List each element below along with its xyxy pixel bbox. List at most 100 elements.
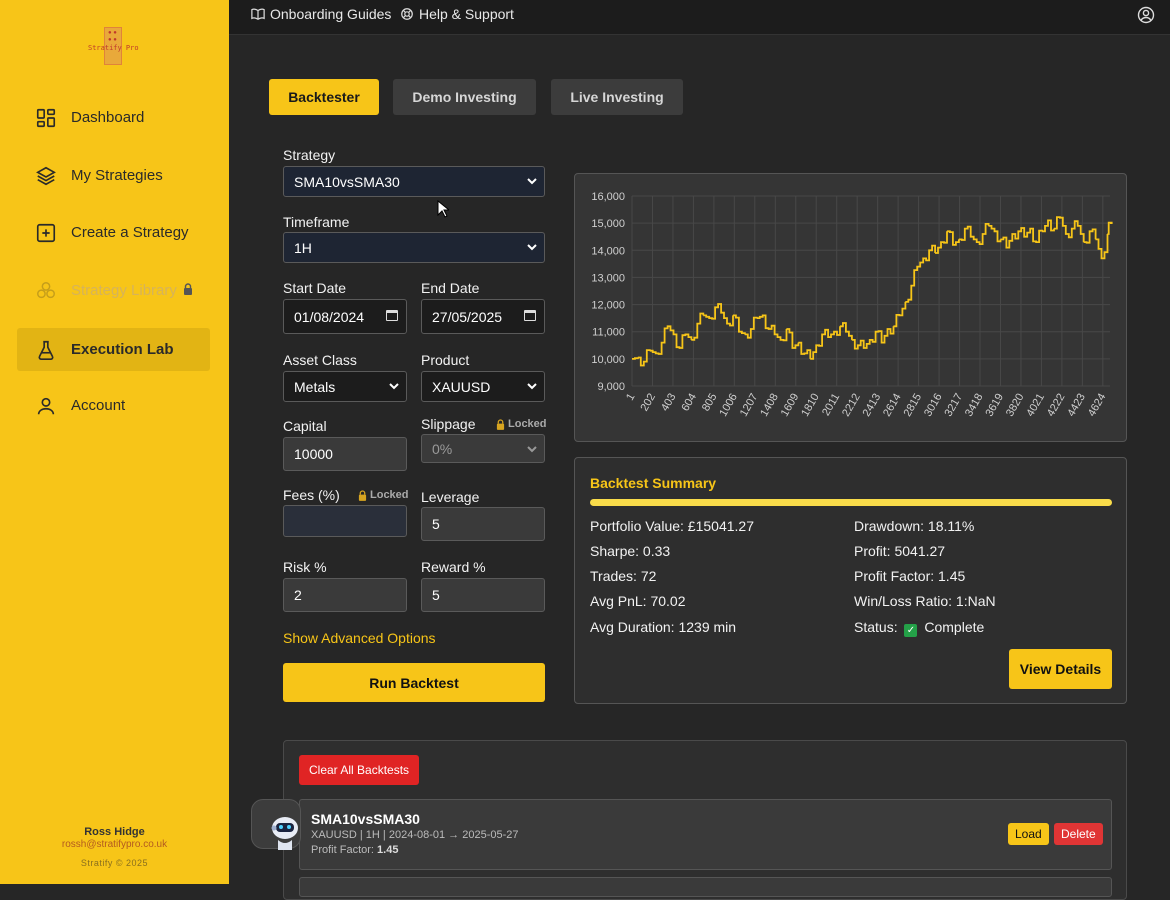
end-date-input[interactable]: 27/05/2025 <box>421 299 545 334</box>
leverage-input[interactable]: 5 <box>421 507 545 541</box>
product-label: Product <box>421 352 470 368</box>
x-tick-label: 805 <box>700 392 720 414</box>
logo-dots: ● ● ● ● <box>108 30 117 43</box>
view-details-button[interactable]: View Details <box>1009 649 1112 689</box>
clear-all-backtests-button[interactable]: Clear All Backtests <box>299 755 420 785</box>
calendar-icon[interactable] <box>524 310 536 321</box>
calendar-icon[interactable] <box>386 310 398 321</box>
lock-icon <box>183 283 192 295</box>
sidebar-item-account[interactable]: Account <box>17 384 210 427</box>
chevron-down-icon <box>527 383 537 390</box>
x-tick-label: 2212 <box>840 392 863 419</box>
check-icon: ✓ <box>904 624 918 637</box>
chevron-down-icon <box>527 446 537 453</box>
user-circle-icon[interactable] <box>1137 6 1155 24</box>
equity-chart-card: 1 202 403 604 805 1006 1207 1408 1609 1810 2011 221… <box>574 173 1127 442</box>
status-value: Complete <box>924 619 985 635</box>
tab-backtester[interactable]: Backtester <box>269 79 379 115</box>
show-advanced-options-link[interactable]: Show Advanced Options <box>283 630 436 646</box>
x-tick-label: 2413 <box>861 392 884 419</box>
backtest-meta: XAUUSD | 1H | 2024-08-01 → 2025-05-27 <box>311 829 519 841</box>
sidebar-item-dashboard[interactable]: Dashboard <box>17 96 210 139</box>
asset-class-value: Metals <box>294 378 336 395</box>
x-tick-label: 3820 <box>1004 392 1027 419</box>
x-tick-label: 403 <box>659 392 679 414</box>
avg-pnl-value: Avg PnL: 70.02 <box>590 593 686 609</box>
chevron-down-icon <box>389 383 399 390</box>
sidebar-item-label: Strategy Library <box>71 282 177 299</box>
risk-label: Risk % <box>283 559 327 575</box>
x-tick-label: 1006 <box>717 392 740 419</box>
strategy-select[interactable]: SMA10vsSMA30 <box>283 166 545 197</box>
timeframe-select[interactable]: 1H <box>283 232 545 263</box>
sidebar-item-label: Execution Lab <box>71 341 174 358</box>
start-date-input[interactable]: 01/08/2024 <box>283 299 407 334</box>
book-icon <box>251 8 265 20</box>
backtest-history-panel: Clear All Backtests SMA10vsSMA30 XAUUSD … <box>283 740 1127 900</box>
x-tick-label: 4423 <box>1065 392 1088 419</box>
tab-demo-investing[interactable]: Demo Investing <box>393 79 536 115</box>
user-box: Ross Hidge rossh@stratifypro.co.uk Strat… <box>0 826 229 868</box>
support-label: Help & Support <box>419 6 514 22</box>
tab-live-investing[interactable]: Live Investing <box>551 79 683 115</box>
product-value: XAUUSD <box>432 378 491 395</box>
trades-value: Trades: 72 <box>590 568 657 584</box>
start-date-value: 01/08/2024 <box>294 308 365 325</box>
product-select[interactable]: XAUUSD <box>421 371 545 402</box>
user-icon <box>37 397 55 415</box>
slippage-locked-tag: Locked <box>496 418 547 430</box>
x-tick-label: 1810 <box>799 392 822 419</box>
lock-icon <box>358 489 367 501</box>
x-tick-label: 4624 <box>1086 392 1109 419</box>
backtest-summary-card: Backtest Summary Portfolio Value: £15041… <box>574 457 1127 704</box>
onboarding-guides-link[interactable]: Onboarding Guides <box>251 6 391 22</box>
x-tick-label: 1 <box>624 392 637 403</box>
sidebar-item-my-strategies[interactable]: My Strategies <box>17 154 210 197</box>
sidebar-item-execution-lab[interactable]: Execution Lab <box>17 328 210 371</box>
robot-icon <box>271 817 298 850</box>
profit-value: Profit: 5041.27 <box>854 543 946 559</box>
asset-class-select[interactable]: Metals <box>283 371 407 402</box>
run-backtest-button[interactable]: Run Backtest <box>283 663 545 702</box>
guides-label: Onboarding Guides <box>270 6 392 22</box>
x-tick-label: 2011 <box>820 392 842 418</box>
profit-factor-value: Profit Factor: 1.45 <box>854 568 966 584</box>
timeframe-label: Timeframe <box>283 214 350 230</box>
x-tick-label: 1609 <box>779 392 802 419</box>
x-tick-label: 2815 <box>902 392 925 419</box>
risk-input[interactable]: 2 <box>283 578 407 612</box>
fees-label: Fees (%) <box>283 487 340 503</box>
pf-label: Profit Factor: <box>311 844 374 856</box>
sidebar-item-label: Create a Strategy <box>71 224 189 241</box>
y-tick-label: 13,000 <box>591 272 625 284</box>
backtest-row[interactable] <box>299 877 1112 897</box>
summary-progress-bar <box>590 499 1112 506</box>
help-support-link[interactable]: Help & Support <box>400 6 514 22</box>
user-email[interactable]: rossh@stratifypro.co.uk <box>0 839 229 850</box>
y-tick-label: 12,000 <box>591 300 625 312</box>
locked-text: Locked <box>370 489 409 501</box>
delete-button[interactable]: Delete <box>1054 823 1103 845</box>
backtest-row[interactable]: SMA10vsSMA30 XAUUSD | 1H | 2024-08-01 → … <box>299 799 1112 870</box>
assistant-bot-button[interactable] <box>251 799 301 850</box>
risk-value: 2 <box>294 587 302 603</box>
equity-line <box>632 216 1113 367</box>
reward-input[interactable]: 5 <box>421 578 545 612</box>
sidebar-item-create-strategy[interactable]: Create a Strategy <box>17 211 210 254</box>
load-button[interactable]: Load <box>1008 823 1049 845</box>
lock-icon <box>496 418 505 430</box>
reward-label: Reward % <box>421 559 486 575</box>
x-tick-label: 3217 <box>942 392 965 419</box>
sidebar-item-label: My Strategies <box>71 167 163 184</box>
capital-label: Capital <box>283 418 327 434</box>
capital-input[interactable]: 10000 <box>283 437 407 471</box>
backtest-profit-factor: Profit Factor: 1.45 <box>311 844 398 856</box>
plus-square-icon <box>36 223 56 243</box>
sidebar-item-strategy-library: Strategy Library <box>17 269 210 312</box>
leverage-value: 5 <box>432 516 440 532</box>
sidebar: ● ● ● ● Stratify Pro Dashboard My Strate… <box>0 0 229 884</box>
end-date-label: End Date <box>421 280 480 296</box>
end-date-value: 27/05/2025 <box>432 308 503 325</box>
summary-title: Backtest Summary <box>590 475 717 491</box>
sidebar-item-label: Account <box>71 397 126 414</box>
